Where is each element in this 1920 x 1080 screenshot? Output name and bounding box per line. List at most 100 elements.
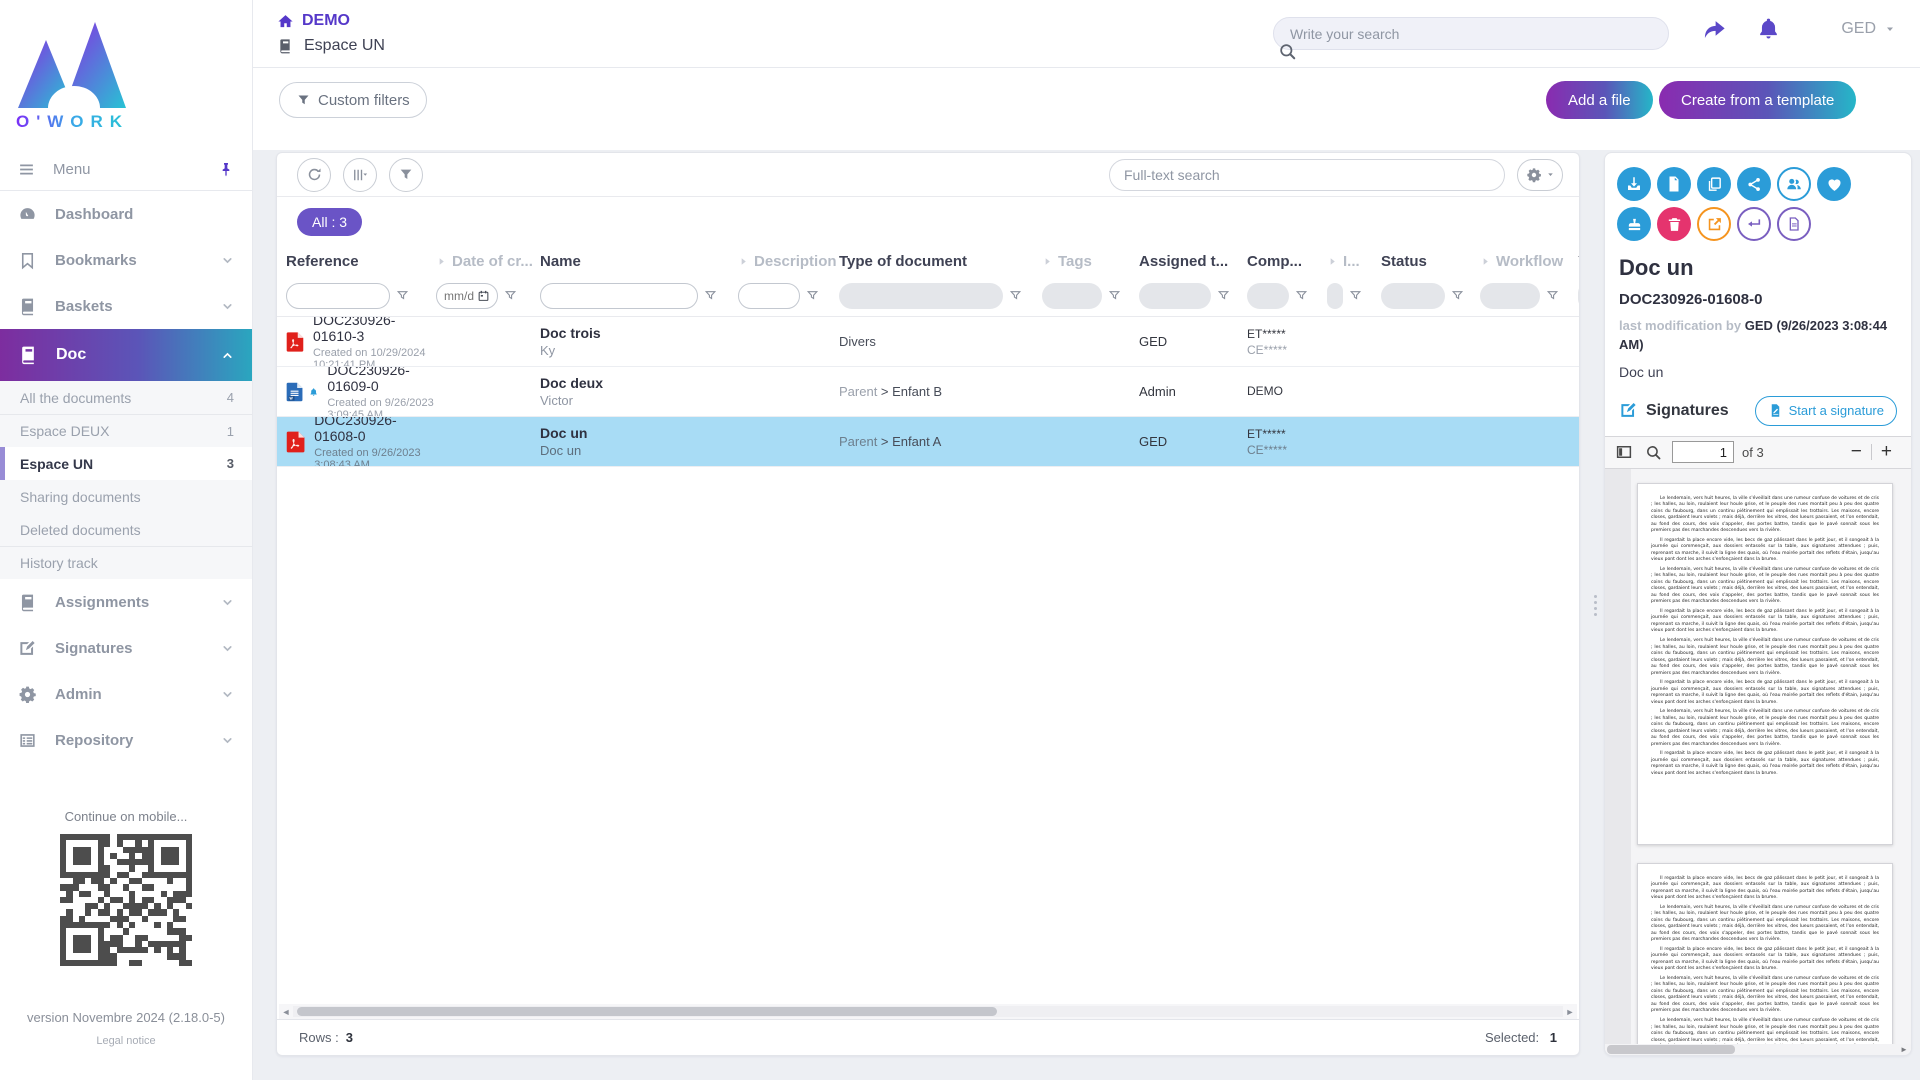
column-header-tags[interactable]: Tags (1042, 253, 1139, 270)
column-header-i[interactable]: I... (1327, 253, 1381, 270)
menu-toggle[interactable]: Menu (0, 148, 252, 190)
status-filter-disabled (1381, 283, 1445, 309)
zoom-in-button[interactable]: + (1872, 441, 1901, 463)
selected-label: Selected: (1485, 1030, 1539, 1045)
stamp-button[interactable] (1617, 207, 1651, 241)
pdf-scrollbar-thumb[interactable] (1607, 1045, 1735, 1054)
sidebar-item-signatures[interactable]: Signatures (0, 625, 252, 671)
delete-button[interactable] (1657, 207, 1691, 241)
column-header-status[interactable]: Status (1381, 253, 1480, 270)
fulltext-search-input[interactable] (1124, 167, 1490, 183)
scroll-right-arrow[interactable]: ► (1563, 1007, 1577, 1017)
favorite-button[interactable] (1817, 167, 1851, 201)
share-forward-icon[interactable] (1701, 16, 1728, 43)
custom-filters-button[interactable]: Custom filters (279, 82, 427, 118)
add-a-file-button[interactable]: Add a file (1546, 81, 1653, 119)
table-row-selected[interactable]: DOC230926-01608-0 Created on 9/26/2023 3… (277, 417, 1579, 467)
pdf-pages-area[interactable]: Le lendemain, vers huit heures, la ville… (1605, 469, 1911, 1044)
funnel-icon[interactable] (1349, 289, 1362, 302)
column-header-description[interactable]: Description (738, 253, 839, 270)
brand-logo[interactable]: O'WORK (0, 0, 252, 148)
sidebar-item-espace-un[interactable]: Espace UN 3 (0, 447, 252, 480)
scrollbar-thumb[interactable] (297, 1007, 997, 1016)
assign-users-button[interactable] (1777, 167, 1811, 201)
funnel-icon[interactable] (1108, 289, 1121, 302)
funnel-icon[interactable] (704, 289, 717, 302)
funnel-icon[interactable] (1546, 289, 1559, 302)
submenu-label: Deleted documents (20, 522, 141, 538)
date-filter-field[interactable] (444, 289, 474, 303)
create-from-template-button[interactable]: Create from a template (1659, 81, 1856, 119)
name-filter-input[interactable] (540, 283, 698, 309)
pdf-search-icon[interactable] (1645, 444, 1662, 461)
upload-version-button[interactable] (1657, 167, 1691, 201)
table-row[interactable]: DOC230926-01610-3 Created on 10/29/2024 … (277, 317, 1579, 367)
column-header-assigned[interactable]: Assigned t... (1139, 253, 1247, 270)
legal-notice-link[interactable]: Legal notice (0, 1035, 252, 1047)
funnel-icon[interactable] (1451, 289, 1464, 302)
pdf-scroll-right-arrow[interactable]: ► (1897, 1045, 1911, 1054)
horizontal-scrollbar[interactable]: ◄ ► (279, 1004, 1577, 1019)
user-menu[interactable]: GED (1841, 20, 1896, 38)
bell-icon[interactable] (1756, 16, 1781, 41)
copy-button[interactable] (1697, 167, 1731, 201)
sidebar-item-label: Doc (56, 346, 221, 364)
sidebar-item-sharing-documents[interactable]: Sharing documents (0, 480, 252, 513)
start-signature-button[interactable]: Start a signature (1755, 396, 1897, 426)
search-icon[interactable] (1278, 42, 1297, 61)
download-icon (1625, 175, 1643, 193)
breadcrumb-space[interactable]: DEMO (277, 12, 350, 30)
pin-icon[interactable] (218, 161, 234, 177)
column-header-date[interactable]: Date of cr... (436, 253, 540, 270)
share-button[interactable] (1737, 167, 1771, 201)
date-filter-input[interactable] (436, 283, 498, 309)
sidebar-item-espace-deux[interactable]: Espace DEUX 1 (0, 414, 252, 447)
reference-filter-input[interactable] (286, 283, 390, 309)
column-header-reference[interactable]: Reference (286, 253, 436, 270)
document-description: Doc un (1605, 355, 1911, 380)
sidebar-item-history-track[interactable]: History track (0, 546, 252, 579)
funnel-icon[interactable] (1009, 289, 1022, 302)
columns-button[interactable] (343, 158, 377, 192)
funnel-icon[interactable] (504, 289, 517, 302)
download-button[interactable] (1617, 167, 1651, 201)
document-assigned: GED (1139, 434, 1247, 449)
refresh-button[interactable] (297, 158, 331, 192)
sidebar-item-doc[interactable]: Doc (0, 329, 252, 381)
funnel-icon[interactable] (396, 289, 409, 302)
scroll-left-arrow[interactable]: ◄ (279, 1007, 293, 1017)
funnel-icon[interactable] (1295, 289, 1308, 302)
page-number-input[interactable] (1672, 441, 1734, 463)
filter-button[interactable] (389, 158, 423, 192)
all-filter-badge[interactable]: All : 3 (297, 208, 362, 236)
calendar-icon[interactable] (477, 289, 490, 302)
sidebar-toggle-icon[interactable] (1615, 443, 1633, 461)
owork-logo-icon (18, 12, 130, 108)
check-in-button[interactable] (1737, 207, 1771, 241)
column-header-name[interactable]: Name (540, 253, 738, 270)
sidebar-item-deleted-documents[interactable]: Deleted documents (0, 513, 252, 546)
pdf-horizontal-scrollbar[interactable]: ► (1605, 1044, 1911, 1055)
sidebar-item-dashboard[interactable]: Dashboard (0, 191, 252, 237)
sidebar-item-bookmarks[interactable]: Bookmarks (0, 237, 252, 283)
sidebar-item-repository[interactable]: Repository (0, 717, 252, 763)
table-row[interactable]: DOC230926-01609-0 Created on 9/26/2023 3… (277, 367, 1579, 417)
column-header-company[interactable]: Comp... (1247, 253, 1327, 270)
column-header-y[interactable]: Y... (1578, 253, 1579, 270)
column-header-type[interactable]: Type of document (839, 253, 1042, 270)
sidebar-item-baskets[interactable]: Baskets (0, 283, 252, 329)
column-header-workflow[interactable]: Workflow (1480, 253, 1578, 270)
open-external-button[interactable] (1697, 207, 1731, 241)
global-search-input[interactable] (1290, 26, 1628, 42)
zoom-out-button[interactable]: − (1842, 441, 1871, 463)
properties-button[interactable] (1777, 207, 1811, 241)
document-reference: DOC230926-01608-0 (1605, 281, 1911, 308)
sidebar-item-all-the-documents[interactable]: All the documents 4 (0, 381, 252, 414)
table-settings-button[interactable] (1517, 159, 1563, 191)
panel-resize-handle[interactable] (1590, 588, 1600, 622)
funnel-icon[interactable] (1217, 289, 1230, 302)
funnel-icon[interactable] (806, 289, 819, 302)
sidebar-item-admin[interactable]: Admin (0, 671, 252, 717)
sidebar-item-assignments[interactable]: Assignments (0, 579, 252, 625)
description-filter-input[interactable] (738, 283, 800, 309)
